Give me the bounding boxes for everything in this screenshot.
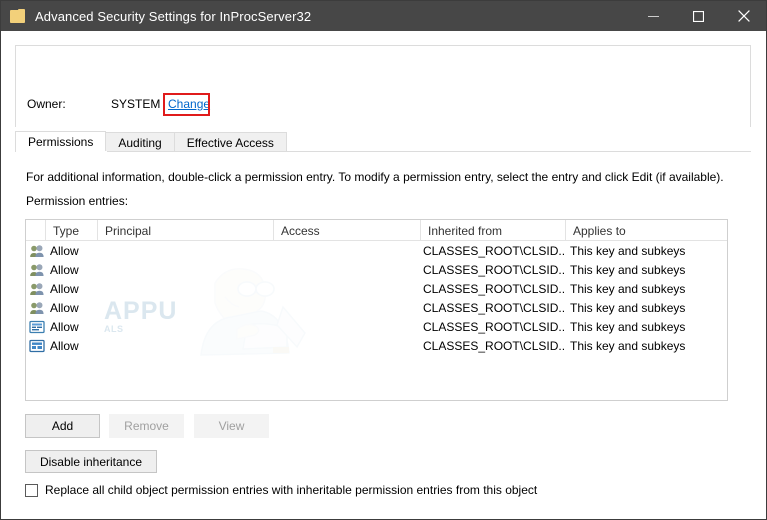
table-row[interactable]: Allow CLASSES_ROOT\CLSID... This key and… bbox=[26, 241, 727, 260]
row-icon-cell bbox=[26, 241, 46, 260]
row-icon-cell bbox=[26, 260, 46, 279]
cell-principal bbox=[98, 317, 274, 336]
row-icon-cell bbox=[26, 336, 46, 355]
cell-applies-to: This key and subkeys bbox=[570, 300, 686, 315]
cell-principal bbox=[98, 241, 274, 260]
column-header-inherited-from[interactable]: Inherited from bbox=[421, 220, 566, 241]
table-header-row: Type Principal Access Inherited from App… bbox=[26, 220, 727, 241]
cell-type: Allow bbox=[50, 319, 79, 334]
cell-type: Allow bbox=[50, 281, 79, 296]
table-row[interactable]: Allow CLASSES_ROOT\CLSID... This key and… bbox=[26, 260, 727, 279]
cell-access bbox=[274, 317, 421, 336]
permission-entries-list[interactable]: Type Principal Access Inherited from App… bbox=[25, 219, 728, 401]
advanced-security-settings-window: Advanced Security Settings for InProcSer… bbox=[0, 0, 767, 520]
permission-entries-label: Permission entries: bbox=[26, 194, 129, 208]
cell-type: Allow bbox=[50, 243, 79, 258]
owner-label: Owner: bbox=[27, 97, 66, 111]
column-header-gutter bbox=[26, 220, 46, 241]
group-icon bbox=[30, 301, 44, 314]
cell-type: Allow bbox=[50, 262, 79, 277]
column-header-access[interactable]: Access bbox=[274, 220, 421, 241]
tab-effective-access[interactable]: Effective Access bbox=[173, 132, 287, 152]
folder-icon bbox=[10, 9, 26, 23]
table-row[interactable]: Allow CLASSES_ROOT\CLSID... This key and… bbox=[26, 298, 727, 317]
title-bar: Advanced Security Settings for InProcSer… bbox=[1, 1, 766, 31]
cell-type: Allow bbox=[50, 300, 79, 315]
tab-active-underline-cover bbox=[16, 151, 107, 152]
cell-principal bbox=[98, 279, 274, 298]
column-header-type[interactable]: Type bbox=[46, 220, 98, 241]
disable-inheritance-button[interactable]: Disable inheritance bbox=[25, 450, 157, 473]
cell-applies-to: This key and subkeys bbox=[570, 262, 686, 277]
minimize-icon bbox=[648, 15, 659, 17]
cell-access bbox=[274, 260, 421, 279]
cell-inherited-from: CLASSES_ROOT\CLSID... bbox=[423, 338, 566, 353]
dialog-client-area: APPU ALS Owner: SYSTEM Change Permission… bbox=[1, 31, 766, 519]
cell-applies-to: This key and subkeys bbox=[570, 338, 686, 353]
column-header-applies-to[interactable]: Applies to bbox=[566, 220, 727, 241]
cell-access bbox=[274, 336, 421, 355]
cell-inherited-from: CLASSES_ROOT\CLSID... bbox=[423, 262, 566, 277]
column-header-principal[interactable]: Principal bbox=[98, 220, 274, 241]
tab-strip: Permissions Auditing Effective Access bbox=[15, 131, 751, 152]
owner-panel bbox=[15, 45, 751, 127]
cell-type: Allow bbox=[50, 338, 79, 353]
view-button[interactable]: View bbox=[194, 414, 269, 438]
change-owner-link[interactable]: Change bbox=[168, 97, 210, 111]
cell-inherited-from: CLASSES_ROOT\CLSID... bbox=[423, 319, 566, 334]
cell-access bbox=[274, 298, 421, 317]
table-row[interactable]: Allow CLASSES_ROOT\CLSID... This key and… bbox=[26, 336, 727, 355]
table-row[interactable]: Allow CLASSES_ROOT\CLSID... This key and… bbox=[26, 317, 727, 336]
window-title: Advanced Security Settings for InProcSer… bbox=[35, 8, 312, 24]
group-icon bbox=[30, 282, 44, 295]
cell-principal bbox=[98, 260, 274, 279]
tab-underline bbox=[15, 151, 751, 152]
cell-applies-to: This key and subkeys bbox=[570, 281, 686, 296]
owner-value: SYSTEM bbox=[111, 97, 161, 111]
minimize-button[interactable] bbox=[631, 1, 676, 31]
cell-principal bbox=[98, 336, 274, 355]
table-row[interactable]: Allow CLASSES_ROOT\CLSID... This key and… bbox=[26, 279, 727, 298]
cell-applies-to: This key and subkeys bbox=[570, 319, 686, 334]
close-icon bbox=[737, 10, 750, 22]
remove-button[interactable]: Remove bbox=[109, 414, 184, 438]
row-icon-cell bbox=[26, 317, 46, 336]
cell-access bbox=[274, 279, 421, 298]
info-text: For additional information, double-click… bbox=[26, 170, 724, 184]
tab-permissions[interactable]: Permissions bbox=[15, 131, 107, 152]
maximize-icon bbox=[693, 10, 704, 22]
group-icon bbox=[30, 244, 44, 257]
tab-auditing[interactable]: Auditing bbox=[105, 132, 175, 152]
add-button[interactable]: Add bbox=[25, 414, 100, 438]
computer-icon bbox=[29, 320, 45, 333]
cell-applies-to: This key and subkeys bbox=[570, 243, 686, 258]
maximize-button[interactable] bbox=[676, 1, 721, 31]
cell-inherited-from: CLASSES_ROOT\CLSID... bbox=[423, 281, 566, 296]
cell-inherited-from: CLASSES_ROOT\CLSID... bbox=[423, 243, 566, 258]
close-button[interactable] bbox=[721, 1, 766, 31]
cell-inherited-from: CLASSES_ROOT\CLSID... bbox=[423, 300, 566, 315]
computer-icon bbox=[29, 339, 45, 352]
row-icon-cell bbox=[26, 298, 46, 317]
row-icon-cell bbox=[26, 279, 46, 298]
cell-principal bbox=[98, 298, 274, 317]
window-controls bbox=[631, 1, 766, 31]
group-icon bbox=[30, 263, 44, 276]
dialog-button-bar bbox=[1, 481, 766, 519]
cell-access bbox=[274, 241, 421, 260]
